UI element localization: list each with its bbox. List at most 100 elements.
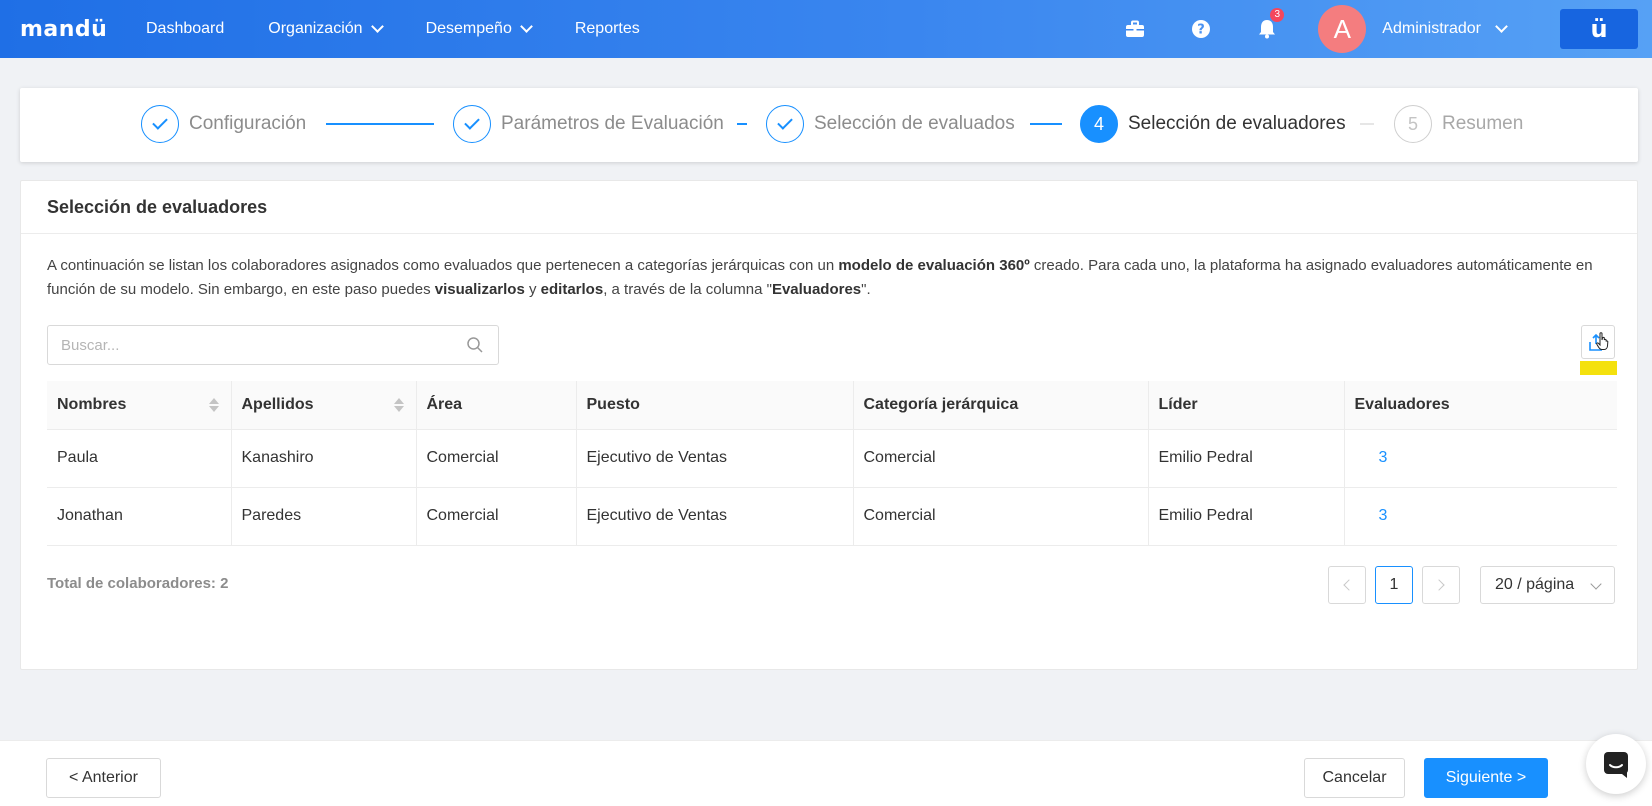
step-label: Configuración xyxy=(189,113,307,134)
cell-nombres: Jonathan xyxy=(47,487,232,546)
step-check-circle xyxy=(453,105,491,143)
step-configuracion[interactable]: Configuración xyxy=(141,105,306,143)
table-header-row: Nombres Apellidos Área Puesto Categoría … xyxy=(47,381,1617,430)
user-menu[interactable]: A Administrador xyxy=(1318,0,1508,58)
table-row: Jonathan Paredes Comercial Ejecutivo de … xyxy=(47,487,1617,546)
desc-bold: modelo de evaluación 360º xyxy=(838,257,1030,274)
cancel-button[interactable]: Cancelar xyxy=(1304,758,1405,798)
page-1-button[interactable]: 1 xyxy=(1375,566,1413,604)
steps-progress: Configuración Parámetros de Evaluación S… xyxy=(20,88,1638,162)
evaluadores-link[interactable]: 3 xyxy=(1344,487,1617,546)
step-label: Selección de evaluadores xyxy=(1128,113,1346,134)
app-logo[interactable]: mandü xyxy=(0,17,124,42)
chevron-left-icon xyxy=(1343,579,1355,591)
page-size-value: 20 / página xyxy=(1495,576,1575,593)
previous-button[interactable]: < Anterior xyxy=(46,758,161,798)
cell-puesto: Ejecutivo de Ventas xyxy=(576,429,854,488)
sort-icon[interactable] xyxy=(208,398,219,412)
evaluadores-link[interactable]: 3 xyxy=(1344,429,1617,488)
check-icon xyxy=(464,114,480,130)
step-connector xyxy=(737,123,747,125)
header-label: Apellidos xyxy=(241,395,314,413)
briefcase-icon xyxy=(1126,20,1145,37)
step-connector xyxy=(326,123,434,125)
next-button[interactable]: Siguiente > xyxy=(1424,758,1548,798)
check-icon xyxy=(777,114,793,130)
step-label: Selección de evaluados xyxy=(814,113,1015,134)
column-header-evaluadores: Evaluadores xyxy=(1344,381,1617,430)
chevron-right-icon xyxy=(1433,579,1445,591)
total-count: Total de colaboradores: 2 xyxy=(47,575,229,592)
cell-lider: Emilio Pedral xyxy=(1148,429,1345,488)
brand-button[interactable]: ü xyxy=(1560,9,1638,49)
nav-dashboard-label: Dashboard xyxy=(146,20,225,37)
wizard-footer: < Anterior Cancelar Siguiente > xyxy=(0,740,1652,806)
column-header-categoria: Categoría jerárquica xyxy=(853,381,1149,430)
help-button[interactable]: ? xyxy=(1168,0,1234,58)
notification-badge: 3 xyxy=(1270,8,1285,22)
cell-apellidos: Paredes xyxy=(231,487,417,546)
column-header-nombres[interactable]: Nombres xyxy=(47,381,232,430)
step-seleccion-evaluadores[interactable]: 4 Selección de evaluadores xyxy=(1080,105,1346,143)
step-check-circle xyxy=(766,105,804,143)
prev-page-button[interactable] xyxy=(1328,566,1366,604)
search-input[interactable] xyxy=(48,327,448,363)
desc-part: A continuación se listan los colaborador… xyxy=(47,257,839,274)
svg-text:?: ? xyxy=(1198,23,1206,38)
step-number-circle: 4 xyxy=(1080,105,1118,143)
briefcase-button[interactable] xyxy=(1102,0,1168,58)
nav-reportes-label: Reportes xyxy=(574,20,640,37)
step-label: Resumen xyxy=(1442,113,1524,134)
nav-organizacion[interactable]: Organización xyxy=(246,0,403,58)
cell-apellidos: Kanashiro xyxy=(231,429,417,488)
next-page-button[interactable] xyxy=(1422,566,1460,604)
cell-area: Comercial xyxy=(416,429,577,488)
column-header-puesto: Puesto xyxy=(576,381,854,430)
desc-bold: Evaluadores xyxy=(771,281,862,298)
search-box xyxy=(47,325,499,365)
sort-icon[interactable] xyxy=(393,398,404,412)
step-resumen[interactable]: 5 Resumen xyxy=(1394,105,1523,143)
cell-nombres: Paula xyxy=(47,429,232,488)
table-row: Paula Kanashiro Comercial Ejecutivo de V… xyxy=(47,429,1617,488)
topbar-right: ? 3 A Administrador ü xyxy=(1102,0,1652,58)
nav-organizacion-label: Organización xyxy=(268,20,363,37)
notifications-button[interactable]: 3 xyxy=(1234,0,1300,58)
step-parametros[interactable]: Parámetros de Evaluación xyxy=(453,105,724,143)
check-icon xyxy=(152,114,168,130)
nav-reportes[interactable]: Reportes xyxy=(553,0,662,58)
column-header-apellidos[interactable]: Apellidos xyxy=(231,381,417,430)
nav-dashboard[interactable]: Dashboard xyxy=(124,0,246,58)
bell-icon xyxy=(1259,20,1276,39)
step-connector xyxy=(1360,123,1374,125)
desc-bold: editarlos xyxy=(540,281,604,298)
export-button[interactable] xyxy=(1581,325,1615,359)
search-icon[interactable] xyxy=(466,336,484,354)
help-icon: ? xyxy=(1192,20,1211,38)
page-size-select[interactable]: 20 / página xyxy=(1480,566,1615,604)
step-seleccion-evaluados[interactable]: Selección de evaluados xyxy=(766,105,1015,143)
user-name: Administrador xyxy=(1382,20,1481,37)
step-connector xyxy=(1030,123,1062,125)
nav-desempeno-label: Desempeño xyxy=(425,20,512,37)
header-label: Nombres xyxy=(57,395,127,413)
step-number-circle: 5 xyxy=(1394,105,1432,143)
step-check-circle xyxy=(141,105,179,143)
chevron-down-icon xyxy=(519,20,533,33)
chevron-down-icon xyxy=(1495,20,1508,33)
column-header-lider: Líder xyxy=(1148,381,1345,430)
export-icon xyxy=(1589,332,1609,351)
card-title: Selección de evaluadores xyxy=(21,181,1637,234)
desc-part: ". xyxy=(861,281,871,298)
desc-part: y xyxy=(524,281,541,298)
description-text: A continuación se listan los colaborador… xyxy=(47,254,1617,302)
chat-launcher[interactable] xyxy=(1586,734,1646,794)
cell-area: Comercial xyxy=(416,487,577,546)
cell-puesto: Ejecutivo de Ventas xyxy=(576,487,854,546)
step-label: Parámetros de Evaluación xyxy=(501,113,724,134)
evaluados-table: Nombres Apellidos Área Puesto Categoría … xyxy=(47,381,1617,546)
desc-part: , a través de la columna " xyxy=(603,281,772,298)
cell-categoria: Comercial xyxy=(853,429,1149,488)
nav-desempeno[interactable]: Desempeño xyxy=(404,0,553,58)
main-nav: Dashboard Organización Desempeño Reporte… xyxy=(124,0,662,58)
